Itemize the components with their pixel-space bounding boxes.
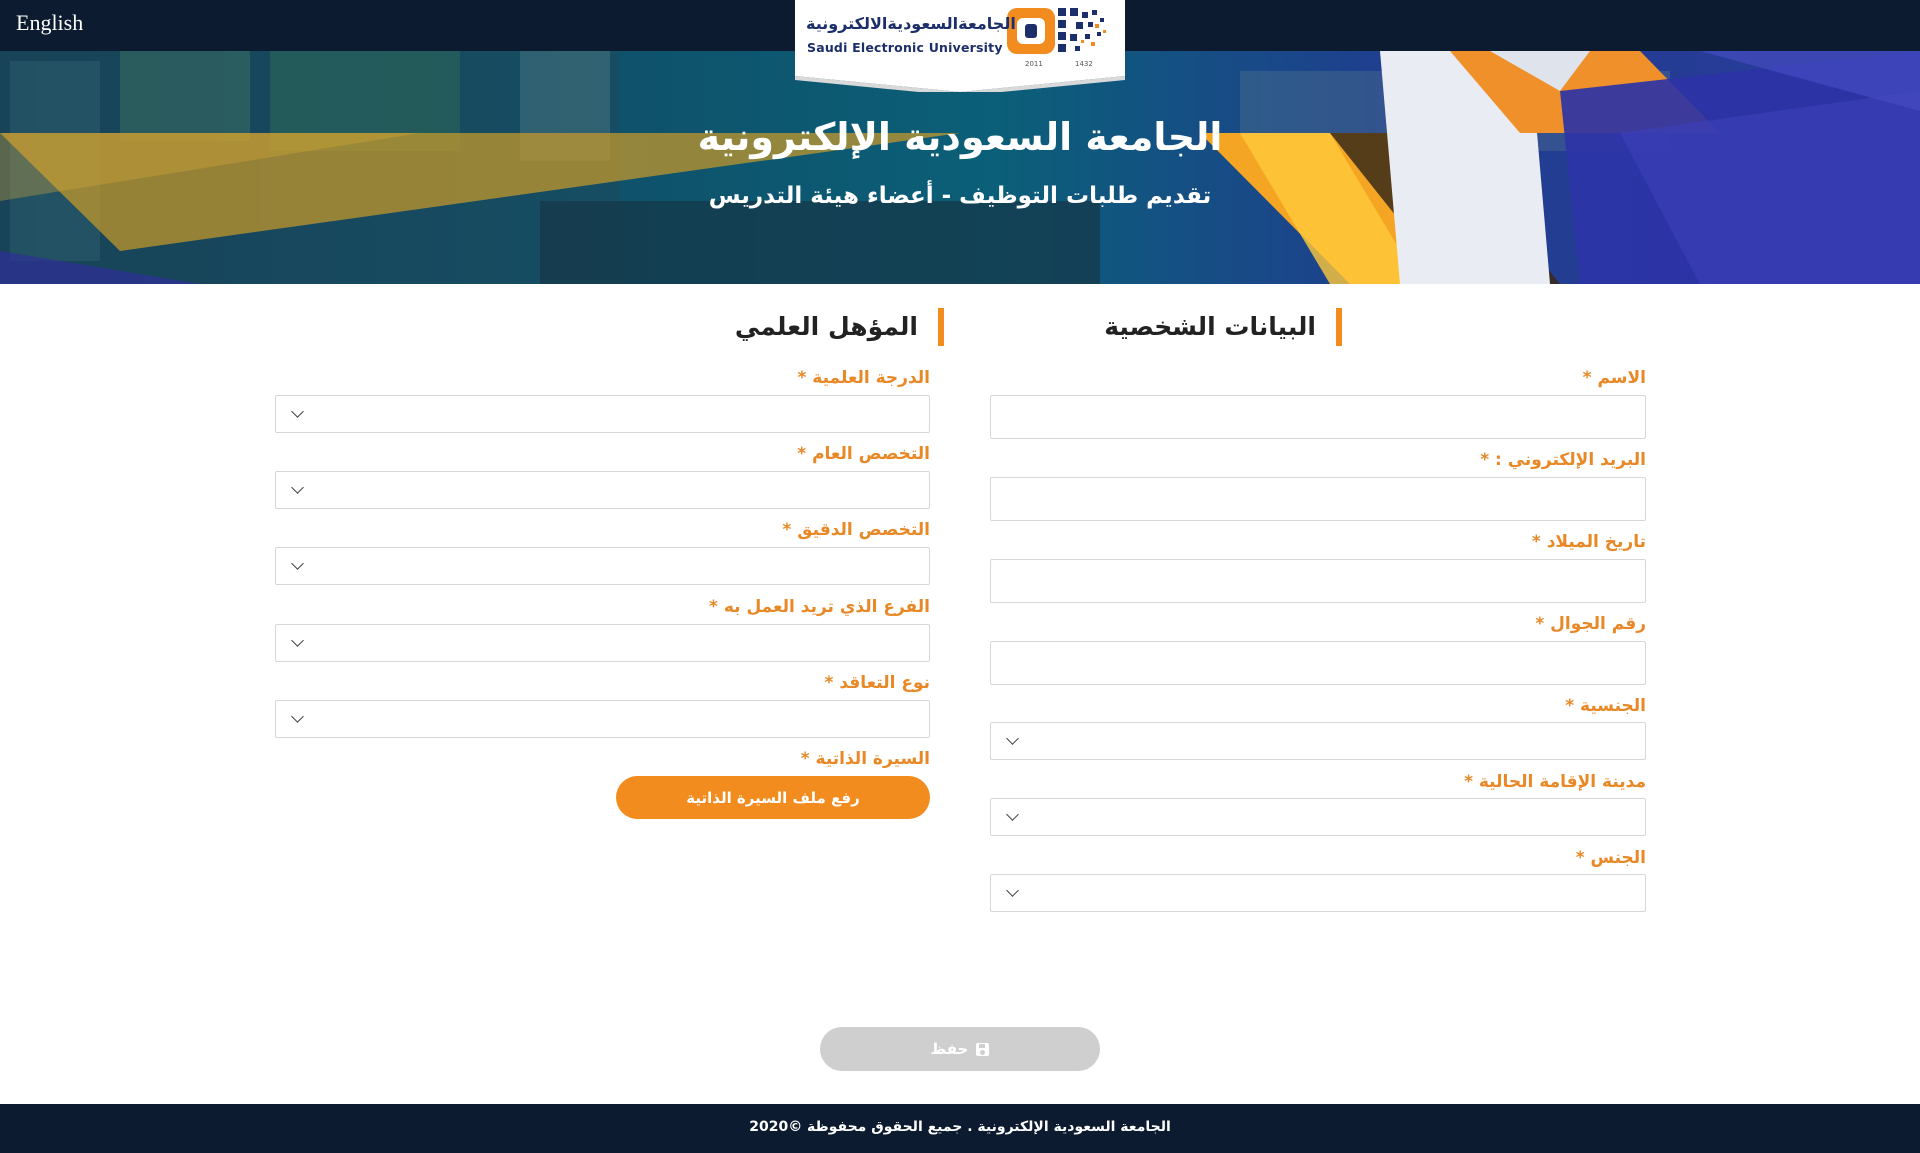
residence-city-select[interactable] xyxy=(990,798,1646,836)
logo-year-gregorian: 2011 xyxy=(1025,60,1043,68)
birthdate-label: تاريخ الميلاد * xyxy=(1531,532,1646,552)
chevron-down-icon xyxy=(1006,884,1019,897)
chevron-down-icon xyxy=(1006,808,1019,821)
language-switch-link[interactable]: English xyxy=(16,10,83,36)
branch-select[interactable] xyxy=(275,624,930,662)
nationality-label: الجنسية * xyxy=(1565,696,1646,716)
specific-major-select[interactable] xyxy=(275,547,930,585)
branch-label: الفرع الذي تريد العمل به * xyxy=(709,597,930,617)
chevron-down-icon xyxy=(291,405,304,418)
general-major-select[interactable] xyxy=(275,471,930,509)
chevron-down-icon xyxy=(291,481,304,494)
footer: الجامعة السعودية الإلكترونية . جميع الحق… xyxy=(0,1104,1920,1153)
hero-subtitle: تقديم طلبات التوظيف - أعضاء هيئة التدريس xyxy=(708,183,1212,209)
city-label: مدينة الإقامة الحالية * xyxy=(1464,772,1646,792)
email-input[interactable] xyxy=(990,477,1646,521)
contract-type-select[interactable] xyxy=(275,700,930,738)
chevron-down-icon xyxy=(291,710,304,723)
save-button[interactable]: حفظ xyxy=(820,1027,1100,1071)
nationality-select[interactable] xyxy=(990,722,1646,760)
logo-arabic-name: الجامعةالسعوديةالالكترونية xyxy=(806,14,1016,33)
chevron-down-icon xyxy=(1006,732,1019,745)
logo-english-name: Saudi Electronic University xyxy=(807,40,1003,55)
footer-copyright: الجامعة السعودية الإلكترونية . جميع الحق… xyxy=(749,1119,1171,1135)
specific-major-label: التخصص الدقيق * xyxy=(782,520,931,540)
cv-label: السيرة الذاتية * xyxy=(800,749,930,769)
chevron-down-icon xyxy=(291,557,304,570)
name-input[interactable] xyxy=(990,395,1646,439)
gender-select[interactable] xyxy=(990,874,1646,912)
contract-type-label: نوع التعاقد * xyxy=(824,673,930,693)
gender-label: الجنس * xyxy=(1575,848,1646,868)
email-label: البريد الإلكتروني : * xyxy=(1480,450,1646,470)
floppy-disk-icon xyxy=(976,1042,990,1056)
degree-label: الدرجة العلمية * xyxy=(797,368,931,388)
academic-qualification-section-title: المؤهل العلمي xyxy=(735,308,944,346)
degree-select[interactable] xyxy=(275,395,930,433)
hero-title: الجامعة السعودية الإلكترونية xyxy=(697,115,1223,159)
mobile-input[interactable] xyxy=(990,641,1646,685)
save-button-label: حفظ xyxy=(930,1040,969,1058)
mobile-label: رقم الجوال * xyxy=(1535,614,1646,634)
university-logo: الجامعةالسعوديةالالكترونية Saudi Electro… xyxy=(795,0,1125,92)
chevron-down-icon xyxy=(291,634,304,647)
general-major-label: التخصص العام * xyxy=(797,444,930,464)
personal-info-section-title: البيانات الشخصية xyxy=(1104,308,1342,346)
upload-cv-button[interactable]: رفع ملف السيرة الذاتية xyxy=(616,776,930,819)
name-label: الاسم * xyxy=(1582,368,1646,388)
birthdate-input[interactable] xyxy=(990,559,1646,603)
logo-year-hijri: 1432 xyxy=(1075,60,1093,68)
